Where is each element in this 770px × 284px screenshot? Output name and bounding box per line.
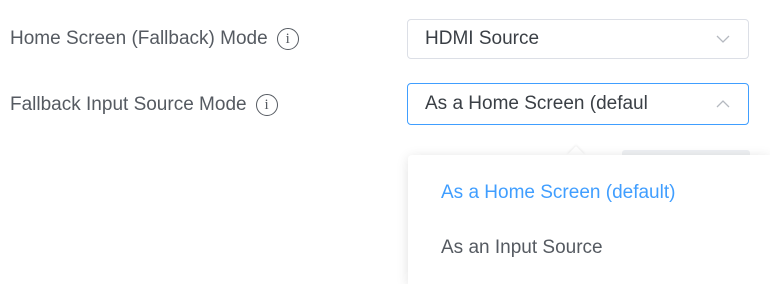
fallback-input-mode-value: As a Home Screen (defaul (425, 93, 648, 114)
info-icon[interactable]: i (276, 28, 299, 50)
settings-page: Home Screen (Fallback) Mode i HDMI Sourc… (0, 0, 770, 284)
fallback-input-mode-label: Fallback Input Source Mode (10, 94, 247, 115)
fallback-input-mode-dropdown: As a Home Screen (default) As an Input S… (408, 155, 770, 284)
home-screen-mode-label: Home Screen (Fallback) Mode (10, 28, 268, 49)
info-icon-glyph: i (264, 96, 269, 113)
info-icon[interactable]: i (255, 94, 278, 116)
dropdown-option-input-source[interactable]: As an Input Source (441, 237, 603, 259)
home-screen-mode-select[interactable]: HDMI Source (407, 19, 749, 59)
dropdown-option-home-screen[interactable]: As a Home Screen (default) (441, 182, 675, 204)
home-screen-mode-value: HDMI Source (425, 28, 540, 49)
home-screen-mode-label-group: Home Screen (Fallback) Mode i (10, 28, 299, 50)
fallback-input-mode-select[interactable]: As a Home Screen (defaul (407, 83, 749, 125)
chevron-up-icon (712, 93, 734, 115)
dropdown-pointer (567, 146, 585, 155)
fallback-input-mode-label-group: Fallback Input Source Mode i (10, 94, 278, 116)
info-icon-glyph: i (285, 30, 290, 47)
chevron-down-icon (712, 28, 734, 50)
